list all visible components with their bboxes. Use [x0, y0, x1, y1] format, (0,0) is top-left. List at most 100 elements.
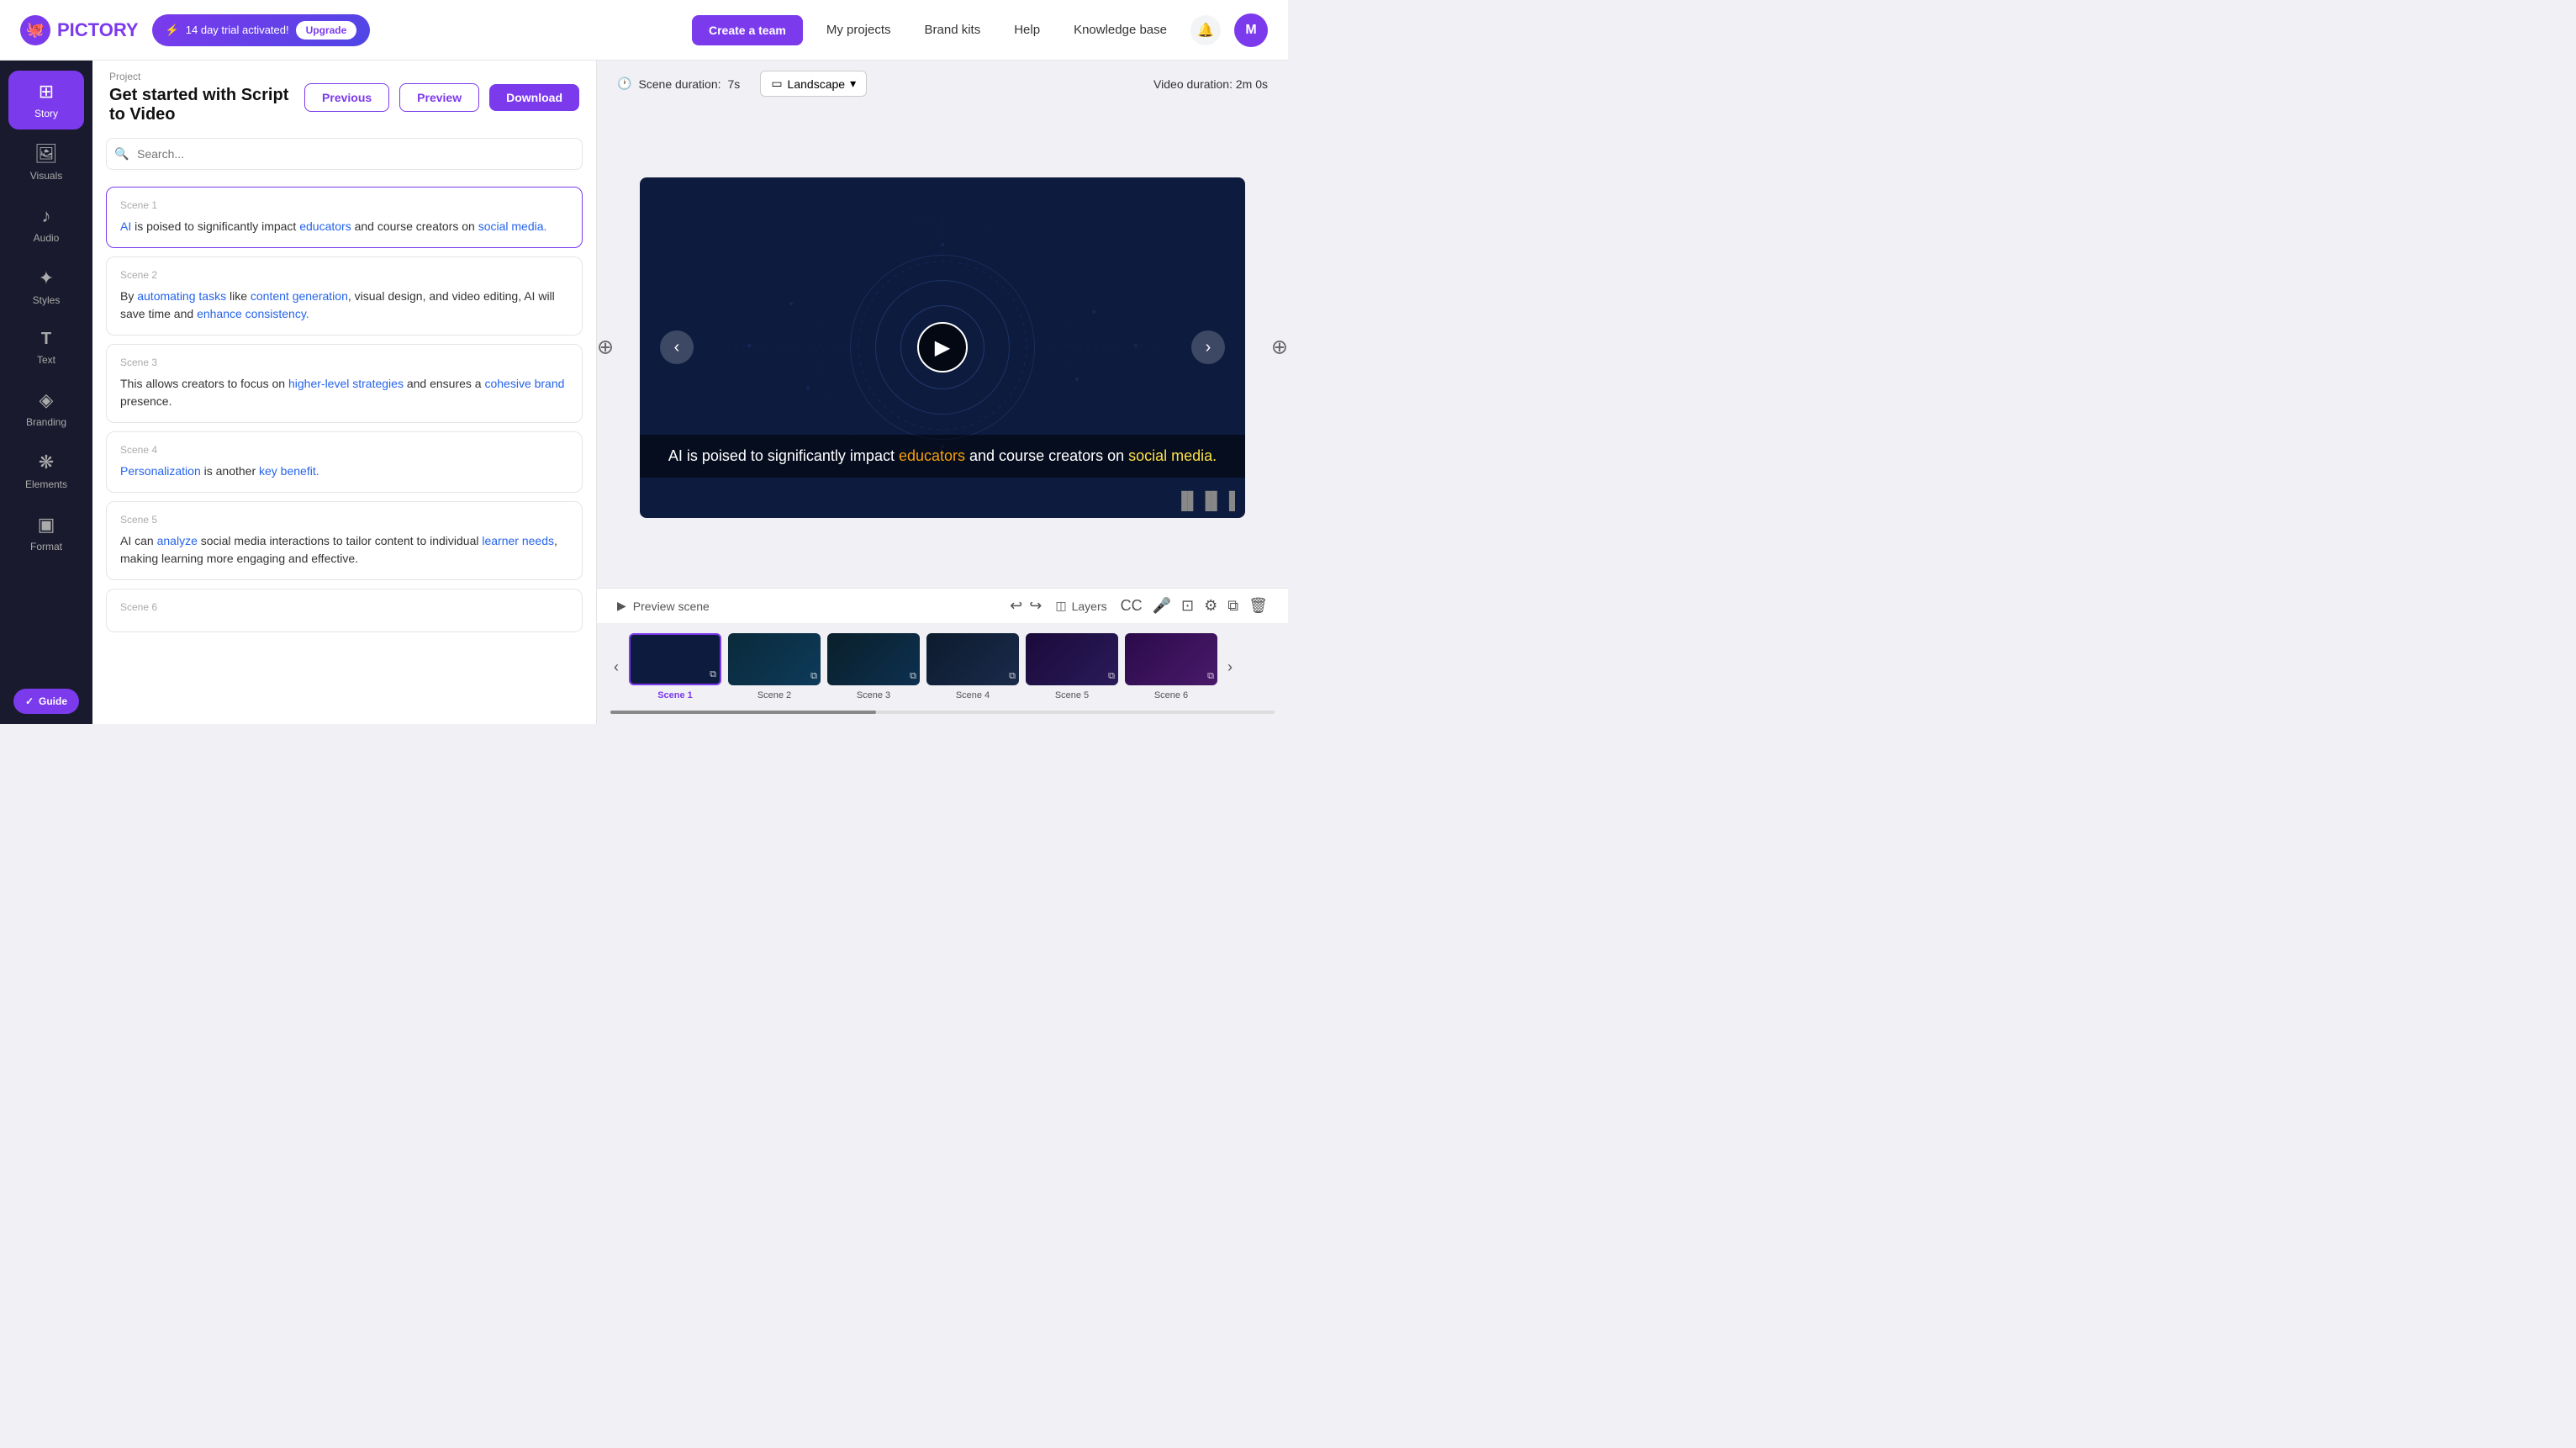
timeline-scene-6[interactable]: ⧉ Scene 6	[1125, 633, 1217, 700]
styles-icon: ✦	[39, 267, 54, 289]
scene-3-link-strategies[interactable]: higher-level strategies	[288, 377, 404, 390]
scene-thumb-img-5: ⧉	[1026, 633, 1118, 685]
add-scene-right-button[interactable]: ⊕	[1271, 336, 1288, 360]
delete-button[interactable]: 🗑	[1248, 597, 1268, 615]
scene-card-4[interactable]: Scene 4 Personalization is another key b…	[106, 431, 583, 493]
branding-icon: ◈	[40, 389, 54, 411]
create-team-button[interactable]: Create a team	[692, 15, 803, 45]
sidebar-item-branding[interactable]: ◈ Branding	[8, 379, 84, 438]
preview-topbar: 🕐 Scene duration: 7s ▭ Landscape ▾ Video…	[597, 61, 1288, 107]
scene-card-6[interactable]: Scene 6	[106, 589, 583, 632]
layers-icon: ◫	[1055, 599, 1066, 613]
chevron-down-icon: ▾	[850, 77, 856, 91]
scene-3-overlay-icon: ⧉	[910, 671, 916, 682]
notification-button[interactable]: 🔔	[1190, 15, 1221, 45]
timeline-scene-3[interactable]: ⧉ Scene 3	[827, 633, 920, 700]
download-button[interactable]: Download	[489, 84, 579, 111]
previous-button[interactable]: Previous	[304, 83, 389, 112]
timeline-next-button[interactable]: ›	[1224, 658, 1236, 676]
copy-button[interactable]: ⧉	[1227, 597, 1238, 615]
preview-button[interactable]: Preview	[399, 83, 479, 112]
timeline-scene-1[interactable]: ⧉ Scene 1	[629, 633, 721, 700]
search-input[interactable]	[106, 138, 583, 170]
scene-5-link-analyze[interactable]: analyze	[157, 534, 198, 547]
timeline-prev-button[interactable]: ‹	[610, 658, 622, 676]
sidebar-item-audio-label: Audio	[34, 232, 60, 244]
preview-scene-button[interactable]: ▶ Preview scene	[617, 599, 710, 613]
prev-scene-button[interactable]: ‹	[660, 330, 694, 364]
scene-card-5[interactable]: Scene 5 AI can analyze social media inte…	[106, 501, 583, 580]
scene-thumb-img-1: ⧉	[629, 633, 721, 685]
knowledge-base-link[interactable]: Knowledge base	[1064, 23, 1177, 37]
help-link[interactable]: Help	[1004, 23, 1050, 37]
guide-button[interactable]: ✓ Guide	[13, 689, 79, 714]
scene-thumb-img-6: ⧉	[1125, 633, 1217, 685]
timeline-scene-4[interactable]: ⧉ Scene 4	[926, 633, 1019, 700]
scene-5-overlay-icon: ⧉	[1108, 671, 1115, 682]
scene-1-link-educators[interactable]: educators	[299, 219, 351, 233]
scene-2-link-consistency[interactable]: enhance consistency.	[197, 307, 309, 320]
scene-duration-value: 7s	[728, 77, 741, 91]
timeline-track: ‹ ⧉ Scene 1 ⧉ Scene 2	[610, 633, 1275, 707]
logo-icon: 🐙	[20, 15, 50, 45]
scene-4-link-benefit[interactable]: key benefit.	[259, 464, 319, 478]
scene-1-link-ai[interactable]: AI	[120, 219, 131, 233]
logo-text: PICTORY	[57, 19, 139, 41]
timeline-scrollbar[interactable]	[610, 711, 1275, 714]
settings-button[interactable]: ⚙	[1204, 597, 1217, 615]
scene-card-2[interactable]: Scene 2 By automating tasks like content…	[106, 256, 583, 336]
upgrade-button[interactable]: Upgrade	[296, 21, 357, 40]
sidebar-item-styles[interactable]: ✦ Styles	[8, 257, 84, 316]
scene-1-link-socialmedia[interactable]: social media.	[478, 219, 547, 233]
scene-4-link-personalization[interactable]: Personalization	[120, 464, 201, 478]
sidebar-item-elements[interactable]: ❋ Elements	[8, 441, 84, 500]
sidebar-item-audio[interactable]: ♪ Audio	[8, 195, 84, 254]
scene-controls: ▶ Preview scene ↩ ↪ ◫ Layers CC 🎤 ⊡ ⚙ ⧉ …	[597, 588, 1288, 623]
preview-panel: 🕐 Scene duration: 7s ▭ Landscape ▾ Video…	[597, 61, 1288, 724]
scene-5-label: Scene 5	[120, 514, 568, 526]
play-icon: ▶	[617, 599, 626, 613]
avatar[interactable]: M	[1234, 13, 1268, 47]
project-label: Project	[109, 71, 304, 82]
timeline-scene-5[interactable]: ⧉ Scene 5	[1026, 633, 1118, 700]
scene-5-link-learner[interactable]: learner needs	[482, 534, 554, 547]
scene-2-link-content[interactable]: content generation	[251, 289, 348, 303]
undo-button[interactable]: ↩	[1010, 597, 1022, 615]
scene-6-overlay-icon: ⧉	[1207, 671, 1214, 682]
script-panel: Project Get started with Script to Video…	[92, 61, 597, 724]
crop-button[interactable]: ⊡	[1181, 597, 1194, 615]
toolbar-icons: CC 🎤 ⊡ ⚙ ⧉ 🗑	[1121, 597, 1268, 615]
video-subtitle: AI is poised to significantly impact edu…	[640, 435, 1245, 478]
layers-button[interactable]: ◫ Layers	[1055, 599, 1106, 613]
redo-button[interactable]: ↪	[1029, 597, 1042, 615]
brand-kits-link[interactable]: Brand kits	[915, 23, 991, 37]
search-box: 🔍	[106, 138, 583, 170]
sidebar-item-visuals[interactable]: 🖼 Visuals	[8, 133, 84, 192]
next-scene-button[interactable]: ›	[1191, 330, 1225, 364]
my-projects-link[interactable]: My projects	[816, 23, 901, 37]
scene-3-link-brand[interactable]: cohesive brand	[484, 377, 564, 390]
scene-2-link-automating[interactable]: automating tasks	[137, 289, 226, 303]
scene-thumb-bg-1	[631, 635, 720, 684]
captions-button[interactable]: CC	[1121, 597, 1143, 615]
mic-button[interactable]: 🎤	[1153, 597, 1171, 615]
project-title: Get started with Script to Video	[109, 86, 304, 124]
scene-1-overlay-icon: ⧉	[710, 669, 716, 680]
audio-icon: ♪	[42, 205, 51, 227]
scene-card-1[interactable]: Scene 1 AI is poised to significantly im…	[106, 187, 583, 248]
add-scene-left-button[interactable]: ⊕	[597, 336, 614, 360]
landscape-select[interactable]: ▭ Landscape ▾	[760, 71, 867, 97]
trial-icon: ⚡	[166, 24, 179, 37]
sidebar-item-format[interactable]: ▣ Format	[8, 504, 84, 563]
sidebar-item-text[interactable]: T Text	[8, 320, 84, 376]
sidebar-item-story[interactable]: ⊞ Story	[8, 71, 84, 129]
scene-2-text: By automating tasks like content generat…	[120, 288, 568, 323]
video-duration-value: 2m 0s	[1236, 77, 1268, 91]
scene-card-3[interactable]: Scene 3 This allows creators to focus on…	[106, 344, 583, 423]
logo[interactable]: 🐙 PICTORY	[20, 15, 139, 45]
sidebar-item-story-label: Story	[34, 108, 58, 119]
timeline-scene-2[interactable]: ⧉ Scene 2	[728, 633, 821, 700]
scene-thumb-img-4: ⧉	[926, 633, 1019, 685]
subtitle-highlight-socialmedia: social media.	[1128, 447, 1217, 464]
timeline-scene-6-label: Scene 6	[1154, 690, 1188, 700]
